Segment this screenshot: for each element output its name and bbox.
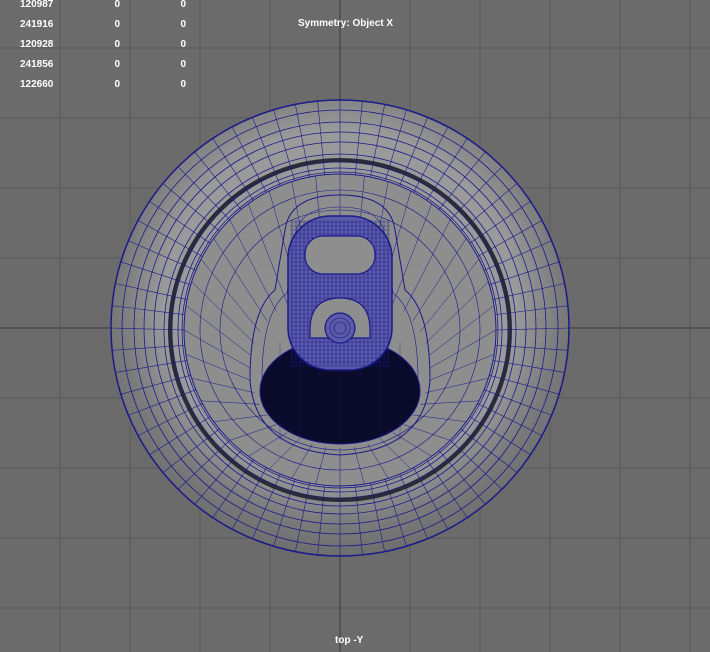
poly-count-cell: 0 — [114, 0, 120, 10]
poly-count-cell: 0 — [180, 39, 186, 50]
poly-count-cell: 0 — [114, 79, 120, 90]
tab-rivet — [324, 312, 356, 344]
poly-count-cell: 0 — [114, 39, 120, 50]
poly-count-cell: 120987 — [20, 0, 54, 10]
poly-count-cell: 0 — [114, 19, 120, 30]
symmetry-label: Symmetry: Object X — [298, 18, 394, 29]
poly-count-cell: 241856 — [20, 59, 54, 70]
can-lid-mesh[interactable] — [110, 99, 570, 557]
viewport-top[interactable]: 120987 0 0 241916 0 0 120928 0 0 241856 0 0 122660 0 0… — [0, 0, 710, 652]
poly-count-cell: 0 — [180, 59, 186, 70]
poly-count-cell: 122660 — [20, 79, 54, 90]
poly-count-cell: 120928 — [20, 39, 54, 50]
camera-label: top -Y — [335, 635, 364, 646]
poly-count-cell: 241916 — [20, 19, 54, 30]
poly-count-cell: 0 — [180, 19, 186, 30]
poly-count-cell: 0 — [180, 0, 186, 10]
poly-count-cell: 0 — [114, 59, 120, 70]
pull-tab-hole — [304, 235, 376, 275]
poly-count-cell: 0 — [180, 79, 186, 90]
viewport-scene[interactable] — [0, 0, 710, 652]
